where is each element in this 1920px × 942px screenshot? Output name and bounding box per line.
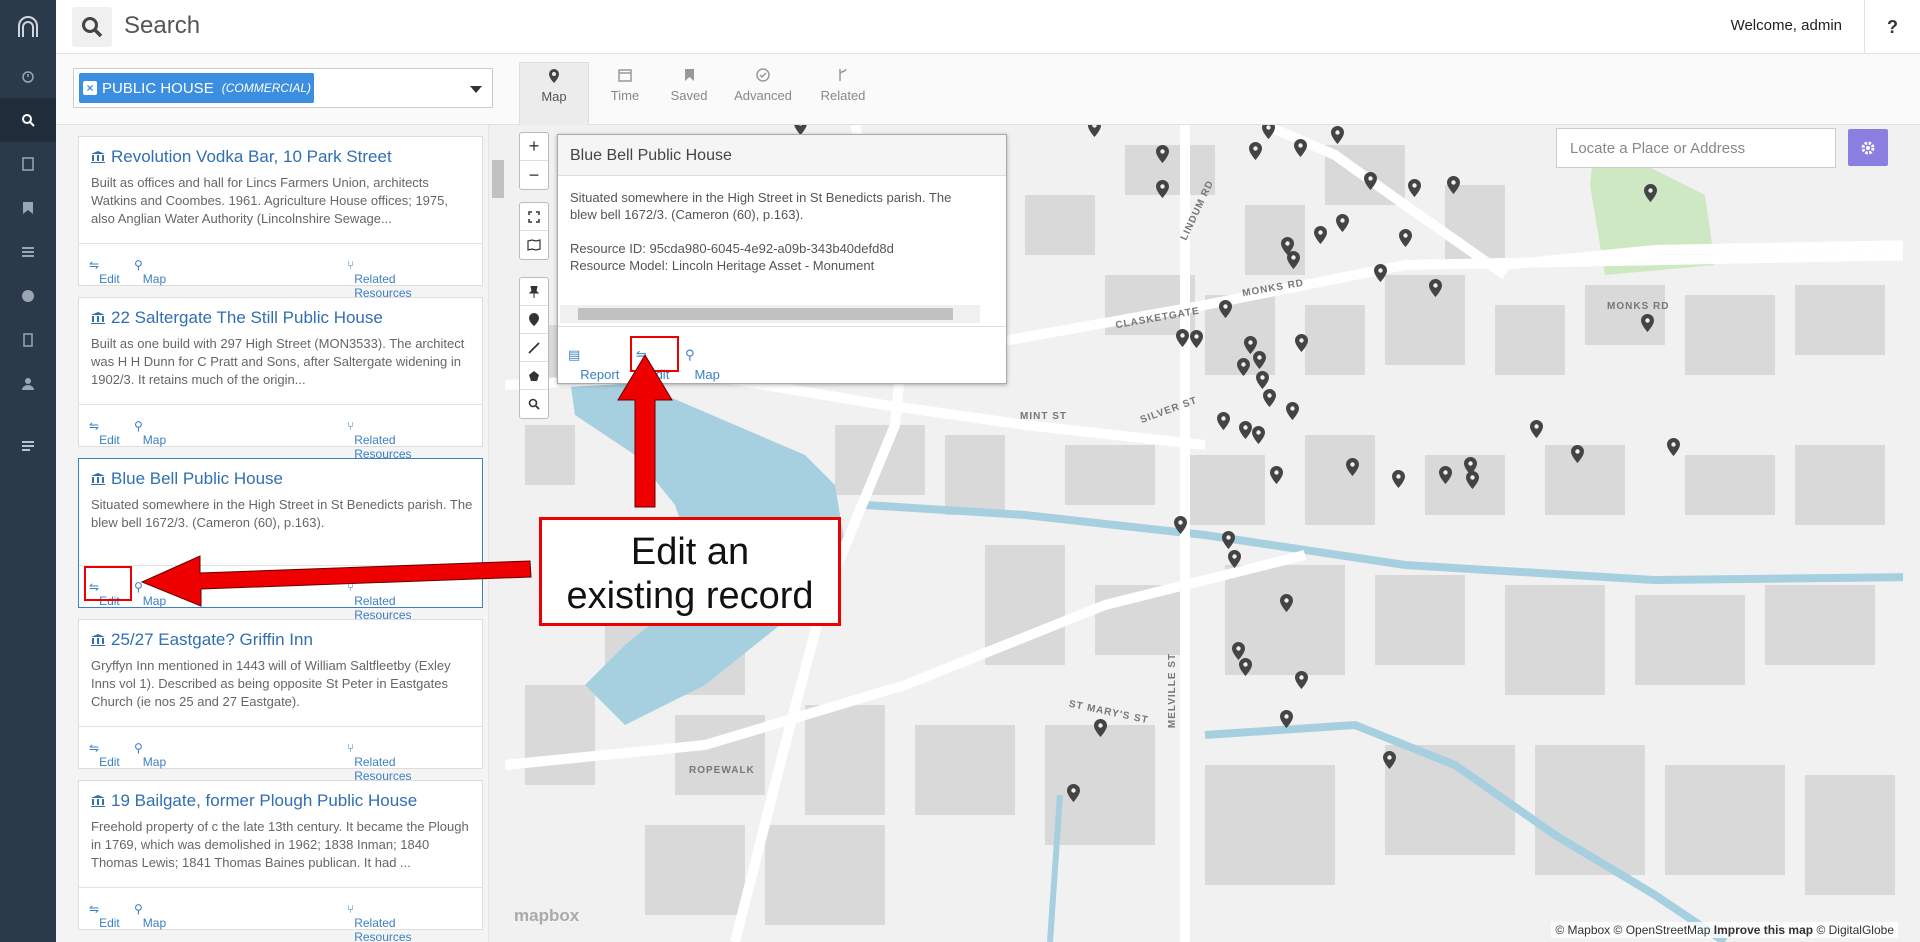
annotation-callout: Edit an existing record bbox=[539, 517, 841, 626]
annotation-arrows bbox=[140, 354, 673, 607]
callout-line-1: Edit an bbox=[630, 531, 750, 573]
callout-line-2: existing record bbox=[566, 575, 814, 617]
